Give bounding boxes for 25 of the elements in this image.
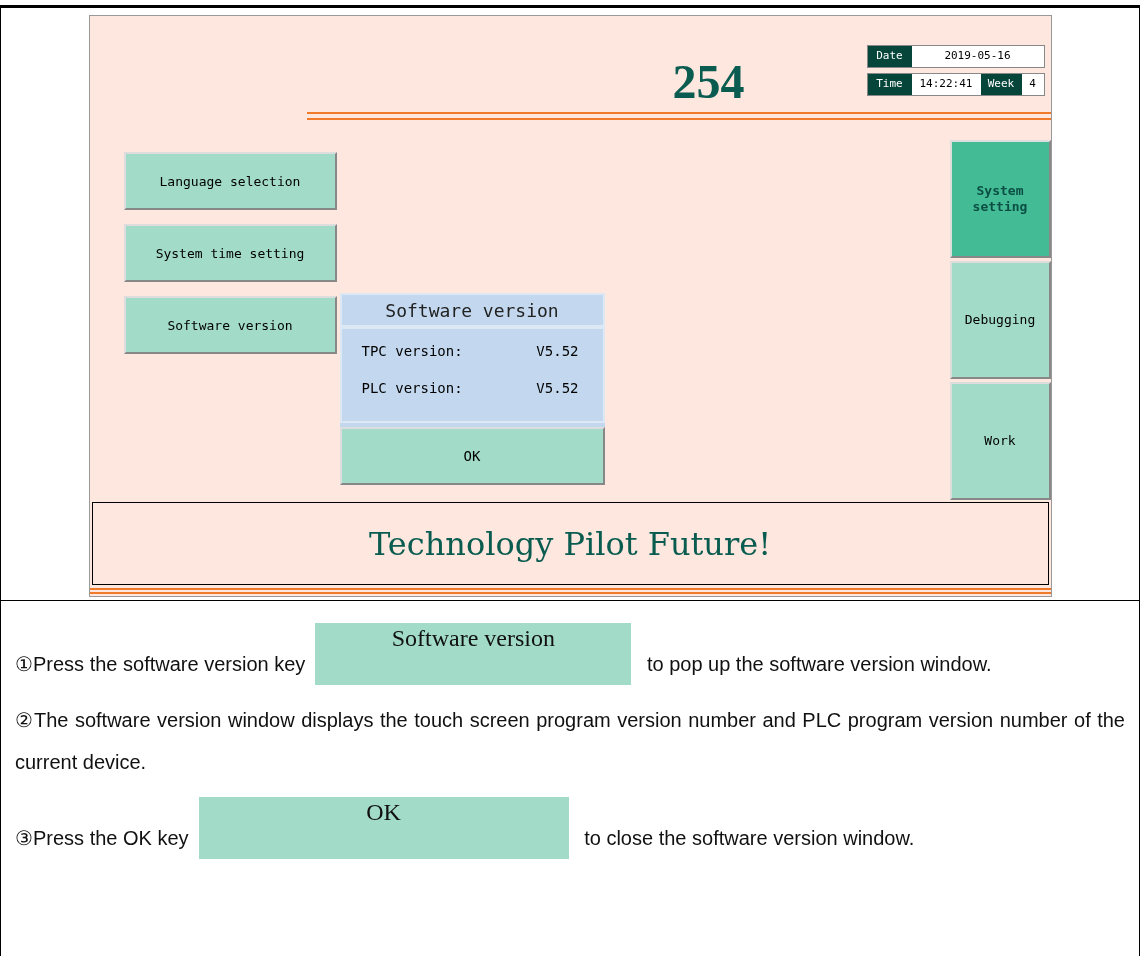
key-image: OK (198, 797, 569, 859)
dialog-title: Software version (385, 298, 559, 323)
instruction-step: ①Press the software version key Software version to pop up the software version window. (15, 623, 1125, 685)
time-label: Time (867, 74, 912, 95)
menu-button[interactable]: Language selection (123, 152, 337, 211)
instruction-step: ③Press the OK key OK to close the software version window. (15, 797, 1125, 859)
instruction-step: ②The software version window displays the touch screen program version number and PLC program version number of the current device. (15, 699, 1125, 783)
version-label: PLC version: (361, 379, 463, 398)
date-label: Date (867, 46, 912, 67)
version-value: V5.52 (536, 342, 579, 361)
version-value: V5.52 (536, 379, 579, 398)
nav-tab[interactable]: System setting (949, 140, 1051, 259)
menu-button[interactable]: System time setting (123, 224, 337, 283)
week-label: Week (980, 74, 1022, 95)
menu-button[interactable]: Software version (123, 296, 337, 355)
nav-tab[interactable]: Debugging (949, 261, 1051, 380)
screen-title: 254 (672, 58, 745, 107)
nav-tab[interactable]: Work (949, 382, 1051, 501)
week-value: 4 (1021, 74, 1044, 95)
version-label: TPC version: (361, 342, 463, 361)
time-value: 14:22:41 (911, 74, 981, 95)
key-image: Software version (315, 623, 632, 685)
date-value: 2019-05-16 (911, 46, 1044, 67)
banner-text: Technology Pilot Future! (368, 523, 772, 565)
ok-button[interactable]: OK (339, 427, 605, 485)
